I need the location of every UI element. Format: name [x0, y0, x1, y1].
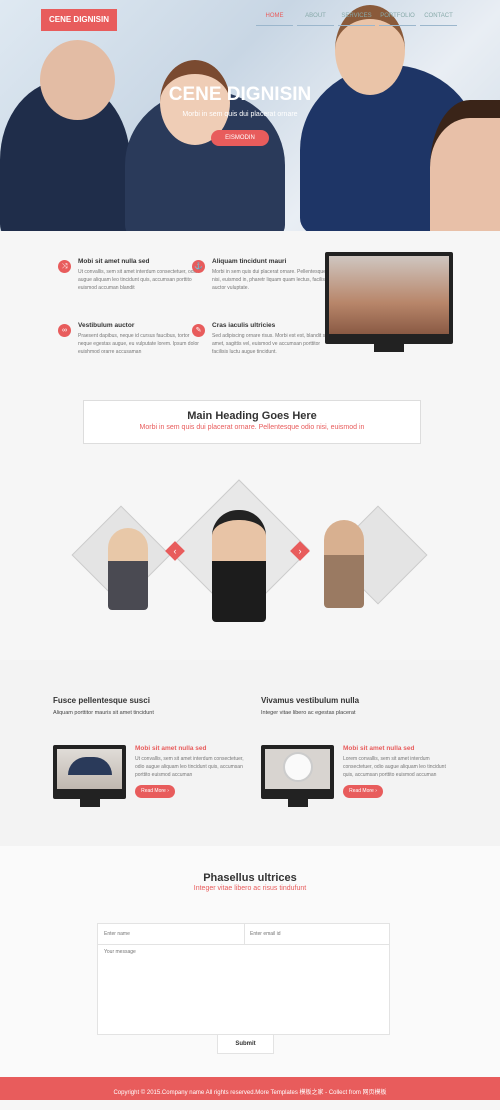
feature-title: Aliquam tincidunt mauri [212, 258, 287, 265]
umbrella-icon [67, 757, 112, 775]
clock-icon [282, 752, 313, 782]
feature-item: ⚓ Aliquam tincidunt mauri Morbi in sem q… [192, 258, 337, 292]
nav-services[interactable]: SERVICES [338, 13, 375, 26]
read-more-button[interactable]: Read More › [135, 785, 175, 798]
column-subtitle: Aliquam porttitor mauris sit amet tincid… [53, 710, 154, 716]
contact-subtitle: Integer vitae libero ac risus tindufunt [193, 885, 307, 892]
hero-title: CENE DIGNISIN [168, 84, 312, 105]
person-face [430, 100, 500, 231]
monitor-stand [287, 799, 308, 807]
divider [244, 924, 245, 944]
clock-image [265, 749, 330, 789]
carousel-prev-button[interactable]: ‹ [165, 541, 185, 561]
monitor-image [261, 745, 334, 807]
link-icon: ∞ [58, 324, 71, 337]
main-heading-box: Main Heading Goes Here Morbi in sem quis… [83, 400, 421, 444]
feature-item: ∞ Vestibulum auctor Praesent dapibus, ne… [58, 322, 203, 356]
monitor-image [325, 252, 453, 352]
feature-text: Morbi in sem quis dui placerat ornare. P… [212, 269, 337, 291]
submit-button[interactable]: Submit [217, 1034, 274, 1054]
service-text: Ut convallis, sem sit amet interdum cons… [135, 756, 244, 778]
message-textarea[interactable] [104, 949, 384, 1029]
chevron-left-icon: ‹ [173, 546, 177, 556]
anchor-icon: ⚓ [192, 260, 205, 273]
chevron-right-icon: › [298, 546, 302, 556]
umbrella-image [57, 749, 122, 789]
nav-about[interactable]: ABOUT [297, 13, 334, 26]
service-item: Mobi sit amet nulla sed Ut convallis, se… [135, 745, 245, 798]
desert-image [329, 256, 449, 334]
main-nav: HOME ABOUT SERVICES PORTFOLIO CONTACT [256, 13, 461, 26]
person-photo [324, 520, 364, 608]
service-text: Lorem convallis, sem sit amet interdum c… [343, 756, 446, 778]
feature-item: ⤨ Mobi sit amet nulla sed Ut convallis, … [58, 258, 203, 292]
services-section: Fusce pellentesque susci Aliquam porttit… [0, 660, 500, 846]
read-more-button[interactable]: Read More › [343, 785, 383, 798]
person-photo [108, 528, 148, 610]
carousel-next-button[interactable]: › [290, 541, 310, 561]
feature-text: Praesent dapibus, neque id cursus faucib… [78, 333, 199, 355]
feature-title: Mobi sit amet nulla sed [78, 258, 150, 265]
column-right: Vivamus vestibulum nulla Integer vitae l… [261, 696, 451, 716]
read-more-label: Read More [141, 788, 166, 794]
column-title: Vivamus vestibulum nulla [261, 696, 360, 705]
feature-text: Ut convallis, sem sit amet interdum cons… [78, 269, 198, 291]
hero-banner: CENE DIGNISIN HOME ABOUT SERVICES PORTFO… [0, 0, 500, 231]
service-item: Mobi sit amet nulla sed Lorem convallis,… [343, 745, 453, 798]
monitor-image [53, 745, 126, 807]
monitor-stand [79, 799, 100, 807]
pencil-icon: ✎ [192, 324, 205, 337]
main-subheading: Morbi in sem quis dui placerat ornare. P… [139, 424, 365, 431]
service-title: Mobi sit amet nulla sed [135, 745, 207, 752]
feature-item: ✎ Cras iaculis ultricies Sed adipiscing … [192, 322, 337, 356]
nav-home[interactable]: HOME [256, 13, 293, 26]
column-title: Fusce pellentesque susci [53, 696, 150, 705]
footer: Copyright © 2015.Company name All rights… [0, 1077, 500, 1100]
name-input[interactable] [104, 929, 242, 939]
divider [98, 944, 389, 945]
service-title: Mobi sit amet nulla sed [343, 745, 415, 752]
column-left: Fusce pellentesque susci Aliquam porttit… [53, 696, 243, 716]
person-face [40, 40, 115, 120]
nav-contact[interactable]: CONTACT [420, 13, 457, 26]
feature-title: Vestibulum auctor [78, 322, 135, 329]
email-input[interactable] [250, 929, 385, 939]
feature-title: Cras iaculis ultricies [212, 322, 276, 329]
column-subtitle: Integer vitae libero ac egestas placerat [261, 710, 356, 716]
read-more-label: Read More [349, 788, 374, 794]
contact-title: Phasellus ultrices [203, 872, 297, 884]
hero-button[interactable]: EISMODIN [211, 130, 269, 146]
hero-subtitle: Morbi in sem quis dui placerat ornare [182, 111, 298, 118]
shuffle-icon: ⤨ [58, 260, 71, 273]
nav-portfolio[interactable]: PORTFOLIO [379, 13, 416, 26]
monitor-stand [374, 344, 404, 352]
contact-form [97, 923, 390, 1035]
main-heading: Main Heading Goes Here [187, 410, 317, 422]
person-photo [212, 510, 266, 622]
brand-logo[interactable]: CENE DIGNISIN [41, 9, 117, 31]
feature-text: Sed adipiscing ornare risus. Morbi est e… [212, 333, 328, 355]
